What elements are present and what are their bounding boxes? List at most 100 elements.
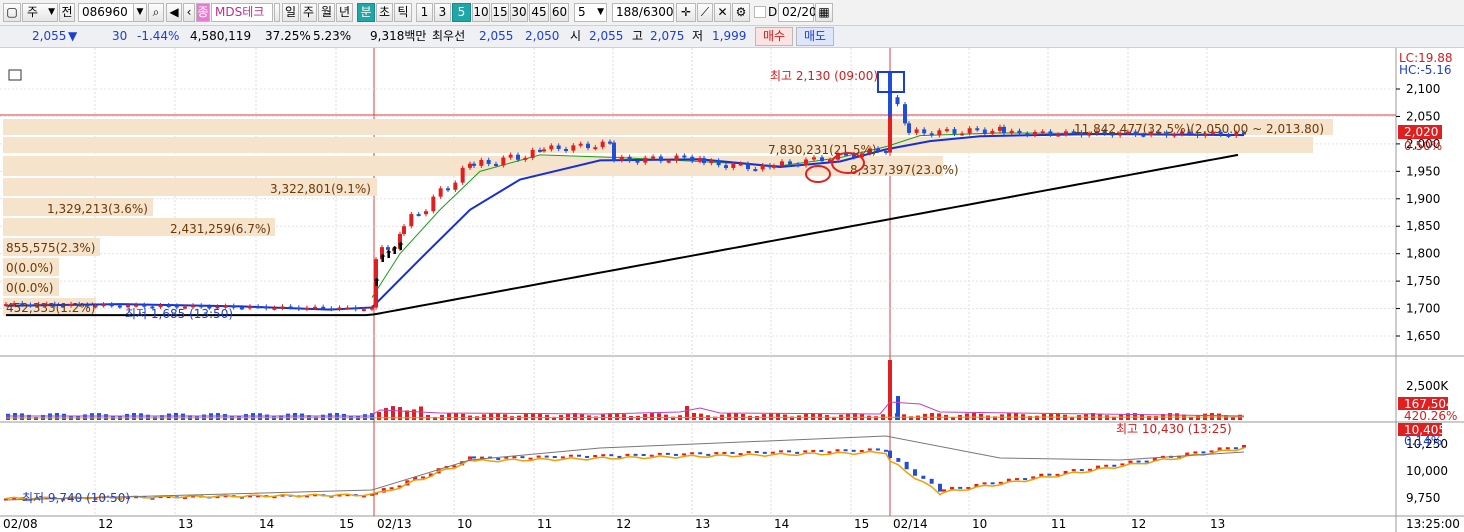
- candle-body: [608, 141, 612, 144]
- gear-icon[interactable]: ⚙: [732, 3, 750, 22]
- stock-chart[interactable]: 02/08 12 13 14 15 02/13 10 11 12 13 14 15 02/14 10 11 1…: [0, 48, 1464, 532]
- candle-body: [402, 226, 406, 234]
- date-checkbox[interactable]: [754, 6, 766, 18]
- market-select[interactable]: 주 ▼: [22, 3, 58, 22]
- volume-bar: [657, 413, 661, 420]
- index-candle: [601, 454, 606, 457]
- speaker-icon[interactable]: ◀: [166, 3, 182, 22]
- x-tick-label: 15: [854, 517, 869, 531]
- interval-45[interactable]: 45: [529, 3, 549, 22]
- volume-bar: [62, 413, 66, 420]
- volume-bar: [1105, 415, 1109, 420]
- interval-1[interactable]: 1: [416, 3, 433, 22]
- index-candle: [958, 486, 963, 489]
- unit-second[interactable]: 초: [376, 3, 393, 22]
- buy-button[interactable]: 매수: [755, 27, 793, 46]
- candle-body: [501, 157, 506, 166]
- profile-label: 855,575(2.3%): [6, 241, 95, 255]
- chevron-down-icon: ▼: [597, 7, 604, 17]
- index-candle: [819, 449, 824, 452]
- candle-body: [538, 149, 542, 152]
- x-tick-label: 13: [695, 517, 710, 531]
- x-tick-label: 11: [537, 517, 552, 531]
- volume-bar: [937, 413, 941, 420]
- index-candle: [673, 453, 678, 456]
- interval-15[interactable]: 15: [491, 3, 509, 22]
- index-candle: [568, 454, 573, 457]
- interval-60[interactable]: 60: [550, 3, 569, 22]
- prev-icon[interactable]: ‹: [183, 3, 195, 22]
- volume-bar: [510, 416, 514, 420]
- index-candle: [1120, 463, 1125, 466]
- interval-30[interactable]: 30: [510, 3, 528, 22]
- volume-bar: [489, 413, 493, 420]
- period-day[interactable]: 일: [282, 3, 299, 22]
- x-tick-label: 02/14: [893, 517, 928, 531]
- open: 2,055: [589, 29, 624, 43]
- period-week[interactable]: 주: [300, 3, 317, 22]
- candle-body: [780, 161, 784, 166]
- board-select[interactable]: 전: [59, 3, 75, 22]
- profile-label: 7,830,231(21.5%): [768, 143, 877, 157]
- candle-body: [724, 165, 728, 168]
- period-year[interactable]: 년: [336, 3, 353, 22]
- period-month[interactable]: 월: [318, 3, 335, 22]
- next-icon[interactable]: [274, 3, 280, 22]
- search-icon[interactable]: ⌕: [148, 3, 164, 22]
- candle-body: [914, 129, 919, 133]
- unit-minute[interactable]: 분: [357, 3, 375, 22]
- window-icon[interactable]: ▢: [3, 3, 21, 22]
- count-field[interactable]: 188/6300: [612, 3, 674, 22]
- candle-body: [296, 307, 301, 310]
- volume-bar: [258, 413, 262, 420]
- interval-10[interactable]: 10: [472, 3, 490, 22]
- volume-bar: [769, 413, 773, 420]
- unit-tick[interactable]: 틱: [394, 3, 412, 22]
- index-candle: [754, 451, 759, 454]
- candle-body: [564, 148, 568, 151]
- candle-body: [272, 307, 277, 310]
- volume-bar: [216, 413, 220, 420]
- volume-bar: [181, 413, 185, 420]
- index-candle: [843, 449, 848, 452]
- draw-tool-icon[interactable]: ⟋: [697, 3, 713, 22]
- volume-bar: [755, 416, 759, 420]
- candle-body: [674, 155, 679, 161]
- volume-bar: [363, 414, 367, 420]
- x-tick-label: 11: [1051, 517, 1066, 531]
- interval-5[interactable]: 5: [452, 3, 471, 22]
- volume-bar: [986, 415, 990, 420]
- candle-body: [600, 141, 605, 148]
- sell-button[interactable]: 매도: [796, 27, 834, 46]
- calendar-icon[interactable]: ▦: [815, 3, 833, 22]
- amount: 9,318백만: [370, 29, 427, 43]
- change-pct: -1.44%: [137, 29, 180, 43]
- candle-body: [345, 307, 350, 310]
- volume-bar: [13, 413, 17, 420]
- date-input[interactable]: 02/20: [778, 3, 817, 22]
- interval-3[interactable]: 3: [434, 3, 451, 22]
- turnover: 5.23%: [313, 29, 352, 43]
- custom-interval-select[interactable]: 5 ▼: [574, 3, 607, 22]
- candle-body: [460, 167, 465, 183]
- crosshair-icon[interactable]: ✛: [676, 3, 696, 22]
- index-candle: [1023, 478, 1028, 481]
- volume-bar: [734, 413, 738, 420]
- profile-label: 0(0.0%): [6, 281, 53, 295]
- x-tick-label: 15: [339, 517, 354, 531]
- candle-body: [702, 158, 706, 164]
- profile-label: 3,322,801(9.1%): [270, 182, 371, 196]
- candle-body: [643, 157, 648, 163]
- volume-ratio: 37.25%: [265, 29, 311, 43]
- volume-bar: [265, 414, 269, 420]
- volume-bar: [454, 413, 458, 420]
- volume-bar: [1007, 413, 1011, 420]
- y-tick-label: 1,700: [1406, 302, 1440, 316]
- index-candle: [746, 451, 751, 454]
- ruler-icon[interactable]: ✕: [714, 3, 731, 22]
- y-tick-label: 1,950: [1406, 164, 1440, 178]
- volume-bar: [132, 413, 136, 420]
- stock-name[interactable]: MDS테크: [211, 3, 273, 22]
- candle-body: [753, 169, 758, 172]
- chevron-down-icon[interactable]: ▼: [133, 3, 147, 22]
